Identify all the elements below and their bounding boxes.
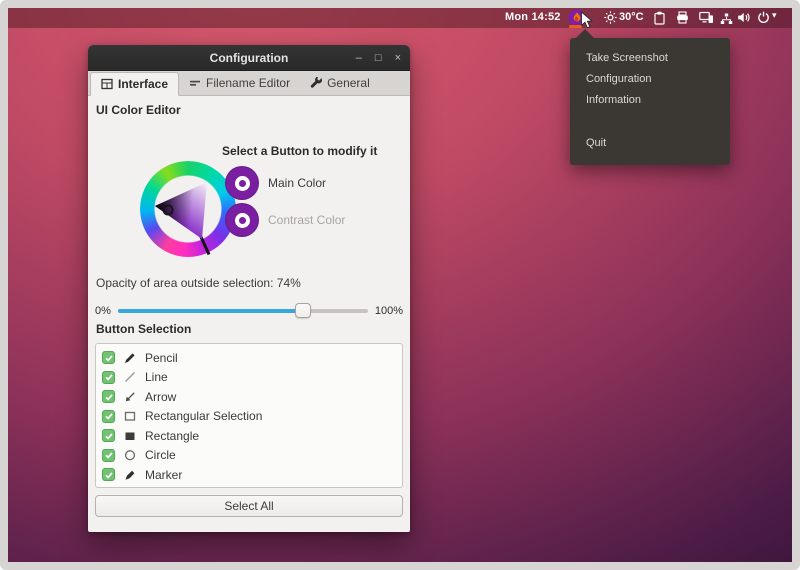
maximize-button[interactable]: □: [375, 52, 382, 64]
menu-item-configuration[interactable]: Configuration: [570, 69, 730, 90]
power-icon[interactable]: [757, 11, 770, 29]
interface-icon: [101, 78, 113, 90]
chevron-down-icon[interactable]: ▾: [772, 10, 777, 21]
tab-general-label: General: [327, 75, 370, 90]
menu-item-take-screenshot[interactable]: Take Screenshot: [570, 48, 730, 69]
pencil-checkbox[interactable]: [102, 351, 115, 365]
main-color-label: Main Color: [268, 176, 327, 190]
opacity-label: Opacity of area outside selection: 74%: [96, 276, 301, 290]
tab-bar: Interface Filename Editor General: [88, 71, 410, 96]
list-item-pencil[interactable]: Pencil: [102, 348, 402, 368]
tab-filename-editor[interactable]: Filename Editor: [179, 71, 300, 95]
panel-clock: Mon 14:52: [505, 11, 561, 23]
slider-fill: [117, 309, 303, 313]
tab-general[interactable]: General: [300, 71, 380, 95]
list-item-rectangular-selection[interactable]: Rectangular Selection: [102, 407, 402, 427]
main-color-button[interactable]: [225, 166, 259, 200]
minimize-button[interactable]: –: [356, 52, 362, 64]
arrow-checkbox[interactable]: [102, 390, 115, 404]
temperature-label: 30°C: [619, 11, 644, 23]
rectangle-icon: [124, 430, 136, 442]
list-item-circle[interactable]: Circle: [102, 446, 402, 466]
main-color-ring-icon: [234, 175, 250, 191]
marker-checkbox[interactable]: [102, 468, 115, 482]
tab-interface-label: Interface: [118, 76, 169, 91]
titlebar[interactable]: Configuration – □ ×: [88, 45, 410, 71]
list-item-rectangle[interactable]: Rectangle: [102, 426, 402, 446]
list-item-arrow[interactable]: Arrow: [102, 387, 402, 407]
rectangular-selection-icon: [124, 410, 136, 422]
rectangle-checkbox[interactable]: [102, 429, 115, 443]
tray-menu: Take Screenshot Configuration Informatio…: [570, 29, 730, 165]
menu-separator: [570, 111, 730, 133]
close-button[interactable]: ×: [395, 52, 401, 64]
tool-list: Pencil Line Arrow Rectangular Selection: [95, 343, 403, 488]
arrow-icon: [124, 391, 136, 403]
display-icon[interactable]: [699, 11, 714, 29]
interface-tab-content: UI Color Editor Select a Button to modif…: [88, 96, 410, 532]
slider-max-label: 100%: [374, 305, 403, 317]
screenshot-frame: Mon 14:52 30°C ▾ Take Screenshot Configu…: [0, 0, 800, 570]
select-all-button[interactable]: Select All: [95, 495, 403, 517]
circle-icon: [124, 449, 136, 461]
circle-checkbox[interactable]: [102, 448, 115, 462]
configuration-window: Configuration – □ × Interface Filename E…: [88, 45, 410, 532]
pencil-icon: [124, 352, 136, 364]
list-item-marker[interactable]: Marker: [102, 465, 402, 485]
marker-icon: [124, 469, 136, 481]
tab-filename-editor-label: Filename Editor: [206, 75, 291, 90]
mouse-cursor: [580, 11, 594, 35]
slider-handle[interactable]: [294, 303, 311, 318]
top-panel: Mon 14:52 30°C ▾: [8, 8, 792, 30]
printer-icon[interactable]: [676, 11, 689, 29]
opacity-slider-row: 0% 100%: [95, 303, 403, 319]
slider-min-label: 0%: [95, 305, 111, 317]
ui-color-editor-heading: UI Color Editor: [96, 103, 181, 117]
line-icon: [124, 371, 136, 383]
list-item-line[interactable]: Line: [102, 368, 402, 388]
color-wheel[interactable]: [140, 161, 236, 257]
opacity-slider[interactable]: [117, 303, 368, 318]
filename-editor-icon: [189, 77, 201, 89]
tab-interface[interactable]: Interface: [90, 72, 180, 96]
contrast-color-button[interactable]: [225, 203, 259, 237]
button-selection-heading: Button Selection: [96, 322, 192, 336]
weather-sun-icon[interactable]: [604, 11, 617, 29]
desktop: Mon 14:52 30°C ▾ Take Screenshot Configu…: [8, 8, 792, 562]
color-triangle[interactable]: [140, 161, 236, 257]
network-icon[interactable]: [720, 12, 733, 30]
volume-icon[interactable]: [737, 11, 751, 29]
contrast-color-ring-icon: [234, 212, 250, 228]
rectangular-selection-checkbox[interactable]: [102, 409, 115, 423]
menu-item-quit[interactable]: Quit: [570, 133, 730, 154]
clipboard-icon[interactable]: [653, 11, 666, 30]
wrench-icon: [310, 76, 323, 89]
menu-item-information[interactable]: Information: [570, 90, 730, 111]
contrast-color-label: Contrast Color: [268, 213, 346, 227]
list-item-partial[interactable]: [102, 485, 402, 488]
line-checkbox[interactable]: [102, 370, 115, 384]
color-prompt: Select a Button to modify it: [222, 144, 378, 158]
